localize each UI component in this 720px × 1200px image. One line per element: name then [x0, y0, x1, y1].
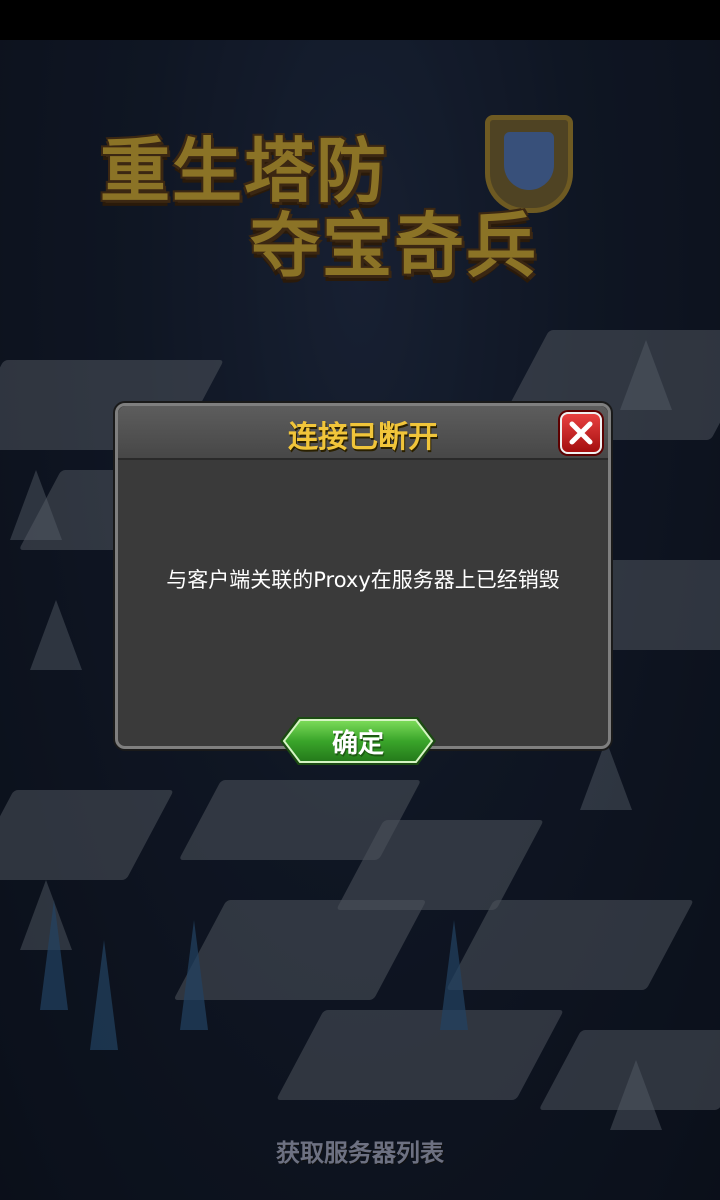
confirm-button-label: 确定: [331, 729, 384, 759]
dialog-header: 连接已断开: [118, 406, 608, 460]
close-icon: [569, 421, 593, 445]
game-logo: 重生塔防 夺宝奇兵: [100, 105, 640, 287]
close-button[interactable]: [560, 412, 602, 454]
dialog-title: 连接已断开: [288, 420, 438, 455]
server-list-status: 获取服务器列表: [276, 1139, 444, 1167]
logo-title-line2: 夺宝奇兵: [250, 205, 538, 287]
status-bar: [0, 0, 720, 40]
dialog-message: 与客户端关联的Proxy在服务器上已经销毁: [166, 568, 560, 592]
disconnect-dialog: 连接已断开 与客户端关联的Proxy在服务器上已经销毁: [115, 403, 611, 749]
confirm-button[interactable]: 确定: [278, 715, 438, 767]
